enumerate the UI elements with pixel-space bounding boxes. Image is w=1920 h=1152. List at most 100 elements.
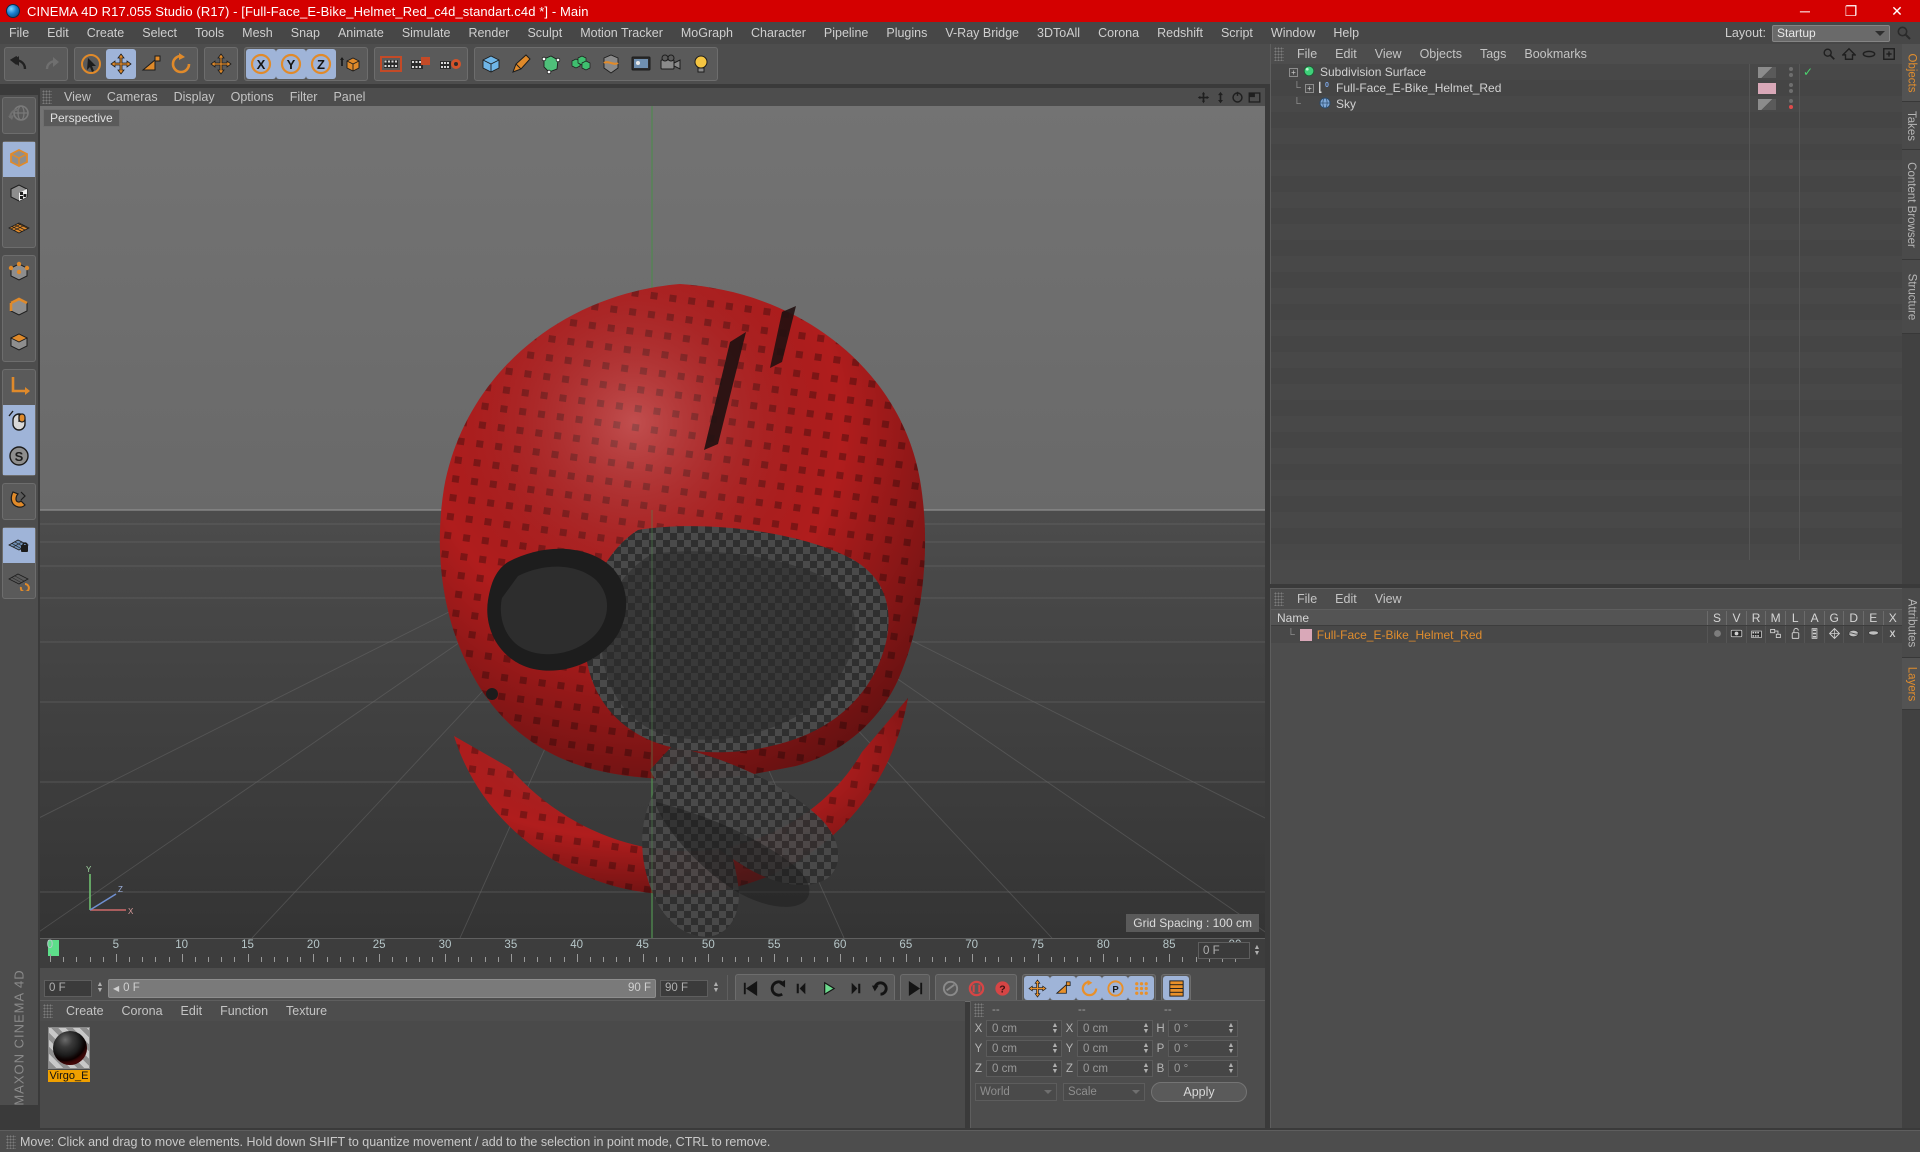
editor-visibility-dot[interactable]: [1789, 99, 1793, 103]
rotate-tool[interactable]: [166, 49, 196, 79]
viewport-menu-options[interactable]: Options: [223, 90, 282, 104]
menu-redshift[interactable]: Redshift: [1148, 22, 1212, 44]
coord-space-dropdown[interactable]: World: [975, 1083, 1057, 1101]
menu-select[interactable]: Select: [133, 22, 186, 44]
world-object-coordinate[interactable]: [336, 49, 366, 79]
menu-v-ray-bridge[interactable]: V-Ray Bridge: [936, 22, 1028, 44]
material-tag-icon[interactable]: [1757, 82, 1776, 94]
rotation-key-button[interactable]: [1076, 976, 1102, 1000]
material-menu-corona[interactable]: Corona: [113, 1004, 172, 1018]
size-y-field[interactable]: 0 cm ▲ ▼: [1077, 1040, 1153, 1057]
add-deformer-button[interactable]: [596, 49, 626, 79]
undo-button[interactable]: [6, 49, 36, 79]
layer-cell-animation[interactable]: [1804, 626, 1824, 643]
panel-grip-icon[interactable]: [974, 1002, 984, 1017]
global-local-toggle[interactable]: [206, 49, 236, 79]
object-tag-cell[interactable]: [1749, 96, 1783, 112]
edges-mode[interactable]: [3, 291, 35, 326]
render-settings-button[interactable]: [436, 49, 466, 79]
object-row[interactable]: └ Sky: [1271, 96, 1902, 112]
workplane-mode[interactable]: [3, 212, 35, 247]
material-name[interactable]: Virgo_E: [48, 1070, 90, 1082]
layout-dropdown[interactable]: Startup: [1772, 24, 1890, 42]
layer-cell-expression[interactable]: [1862, 626, 1883, 643]
add-scene-button[interactable]: [626, 49, 656, 79]
render-region-button[interactable]: [406, 49, 436, 79]
layer-menu-view[interactable]: View: [1366, 592, 1411, 606]
render-visibility-dot[interactable]: [1789, 89, 1793, 93]
current-frame-stepper[interactable]: ▲ ▼: [1253, 944, 1261, 957]
tab-layers[interactable]: Layers: [1902, 658, 1920, 710]
search-icon[interactable]: [1896, 25, 1912, 41]
size-z-field[interactable]: 0 cm ▲ ▼: [1077, 1060, 1153, 1077]
point-level-key-button[interactable]: [1128, 976, 1154, 1000]
zoom-view-icon[interactable]: [1214, 91, 1227, 104]
add-layer-icon[interactable]: [1882, 47, 1896, 61]
move-tool[interactable]: [106, 49, 136, 79]
keyframe-selection-button[interactable]: ?: [989, 976, 1015, 1000]
home-icon[interactable]: [1842, 47, 1856, 61]
layer-cell-generator[interactable]: [1823, 626, 1844, 643]
menu-animate[interactable]: Animate: [329, 22, 393, 44]
lock-workplane-tool[interactable]: [3, 528, 35, 563]
end-frame-field[interactable]: 90 F: [660, 979, 708, 997]
expand-toggle-icon[interactable]: +: [1305, 83, 1314, 93]
menu-sculpt[interactable]: Sculpt: [518, 22, 571, 44]
model-mode[interactable]: [3, 142, 35, 177]
menu-file[interactable]: File: [0, 22, 38, 44]
timeline-ruler[interactable]: 051015202530354045505560657075808590: [47, 939, 1245, 969]
go-to-start-button[interactable]: [737, 976, 763, 1000]
viewport-menu-view[interactable]: View: [56, 90, 99, 104]
material-menu-create[interactable]: Create: [57, 1004, 113, 1018]
viewport-menu-filter[interactable]: Filter: [282, 90, 326, 104]
panel-grip-icon[interactable]: [1274, 592, 1284, 606]
panel-grip-icon[interactable]: [6, 1134, 16, 1149]
rot-p-field[interactable]: 0 ° ▲ ▼: [1168, 1040, 1238, 1057]
object-tree[interactable]: + Subdivision Surface ✓ └ +0 Full-Face_E-Bike…: [1271, 64, 1902, 584]
planar-workplane-tool[interactable]: [3, 563, 35, 598]
object-menu-view[interactable]: View: [1366, 47, 1411, 61]
object-menu-tags[interactable]: Tags: [1471, 47, 1515, 61]
menu-character[interactable]: Character: [742, 22, 815, 44]
position-key-button[interactable]: [1024, 976, 1050, 1000]
layer-cell-manager[interactable]: [1765, 626, 1785, 643]
ellipse-icon[interactable]: [1862, 47, 1876, 61]
menu-script[interactable]: Script: [1212, 22, 1262, 44]
layer-cell-xref[interactable]: X: [1882, 626, 1902, 643]
object-visibility-dots[interactable]: [1783, 80, 1799, 96]
menu-create[interactable]: Create: [78, 22, 134, 44]
lock-z-axis[interactable]: Z: [306, 49, 336, 79]
close-button[interactable]: ✕: [1874, 0, 1920, 22]
points-mode[interactable]: [3, 256, 35, 291]
timeline-scrollbar[interactable]: ◀ 0 F 90 F: [108, 978, 656, 998]
size-x-field[interactable]: 0 cm ▲ ▼: [1077, 1020, 1153, 1037]
panel-grip-icon[interactable]: [43, 1004, 53, 1018]
soft-selection-tool[interactable]: S: [3, 440, 35, 475]
menu-window[interactable]: Window: [1262, 22, 1324, 44]
next-frame-button[interactable]: [841, 976, 867, 1000]
search-icon[interactable]: [1822, 47, 1836, 61]
pos-y-field[interactable]: 0 cm ▲ ▼: [986, 1040, 1062, 1057]
object-axis-tool[interactable]: [3, 370, 35, 405]
add-cube-button[interactable]: [476, 49, 506, 79]
layer-row[interactable]: └ Full-Face_E-Bike_Helmet_Red X: [1271, 626, 1902, 643]
viewport-menu-cameras[interactable]: Cameras: [99, 90, 166, 104]
object-tag-cell[interactable]: [1749, 80, 1783, 96]
autokeying-button[interactable]: [963, 976, 989, 1000]
tab-attributes[interactable]: Attributes: [1902, 588, 1920, 658]
menu-edit[interactable]: Edit: [38, 22, 78, 44]
scale-key-button[interactable]: [1050, 976, 1076, 1000]
menu-motion-tracker[interactable]: Motion Tracker: [571, 22, 672, 44]
render-visibility-dot[interactable]: [1789, 105, 1793, 109]
rot-h-field[interactable]: 0 ° ▲ ▼: [1168, 1020, 1238, 1037]
add-light-button[interactable]: [686, 49, 716, 79]
layer-cell-visible[interactable]: [1726, 626, 1746, 643]
menu-plugins[interactable]: Plugins: [877, 22, 936, 44]
menu-snap[interactable]: Snap: [282, 22, 329, 44]
tab-content-browser[interactable]: Content Browser: [1902, 150, 1920, 260]
rot-b-field[interactable]: 0 ° ▲ ▼: [1168, 1060, 1238, 1077]
material-menu-function[interactable]: Function: [211, 1004, 277, 1018]
add-camera-button[interactable]: [656, 49, 686, 79]
layer-cell-deformer[interactable]: [1843, 626, 1863, 643]
pos-x-field[interactable]: 0 cm ▲ ▼: [986, 1020, 1062, 1037]
